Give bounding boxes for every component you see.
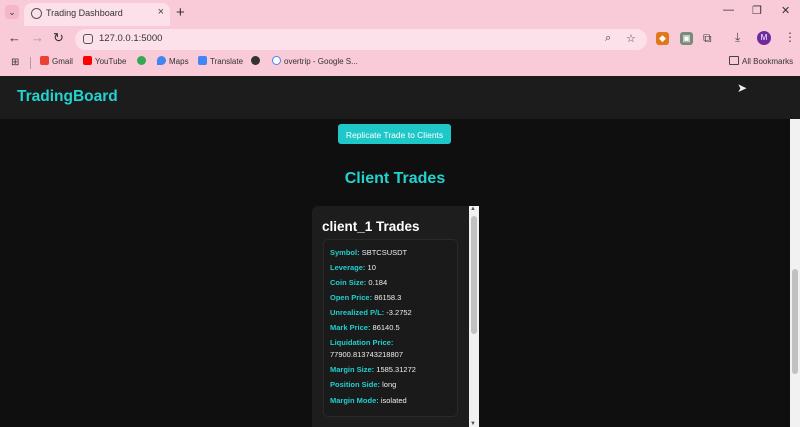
extension-icon[interactable]: ▣ [680,32,693,45]
url-text[interactable]: 127.0.0.1:5000 [99,33,162,44]
bookmarks-bar: ⊞ Gmail YouTube Maps Translate overtrip … [0,52,800,74]
section-title: Client Trades [344,170,446,187]
reload-button[interactable]: ↻ [53,30,64,46]
trade-field-liquidation-value: 77900.813743218807 [330,350,403,359]
bookmark-maps[interactable]: Maps [157,56,189,66]
replicate-trade-button[interactable]: Replicate Trade to Clients [338,124,451,144]
mouse-cursor-icon: ➤ [737,81,748,95]
tab-bar: ⌄ Trading Dashboard × + — ❐ ✕ [0,0,800,26]
panel-scrollbar[interactable]: ▲ ▼ [469,206,479,427]
tab-search-button[interactable]: ⌄ [5,5,19,19]
bookmark-youtube[interactable]: YouTube [83,56,126,66]
trade-field-liquidation-label: Liquidation Price: [330,338,394,347]
google-icon [272,56,281,65]
address-bar[interactable]: 127.0.0.1:5000 ⌕ ☆ [75,29,647,50]
trade-field-margin-size: Margin Size: 1585.31272 [330,365,416,374]
site-info-icon[interactable] [83,34,93,44]
folder-icon [729,56,739,65]
browser-chrome: ⌄ Trading Dashboard × + — ❐ ✕ ← → ↻ 127.… [0,0,800,76]
back-button[interactable]: ← [8,30,21,45]
bookmark-green-app[interactable] [137,56,149,66]
panel-scrollbar-thumb[interactable] [471,216,477,334]
new-tab-button[interactable]: + [176,4,185,21]
window-close-button[interactable]: ✕ [781,4,790,17]
trade-card: Symbol: SBTCSUSDT Leverage: 10 Coin Size… [323,239,458,417]
menu-kebab-icon[interactable]: ⋮ [784,30,796,44]
browser-toolbar: ← → ↻ 127.0.0.1:5000 ⌕ ☆ ◆ ▣ ⧉ ⤓ M ⋮ [0,26,800,52]
translate-icon [198,56,207,65]
maps-icon [157,56,166,65]
profile-avatar[interactable]: M [757,31,771,45]
panel-title: client_1 Trades [322,219,420,234]
extensions-puzzle-icon[interactable]: ⧉ [703,31,712,46]
bookmark-gmail[interactable]: Gmail [40,56,73,66]
globe-icon [31,8,42,19]
trade-field-position-side: Position Side: long [330,380,397,389]
trade-field-open-price: Open Price: 86158.3 [330,293,402,302]
bookmark-google-search[interactable]: overtrip - Google S... [272,56,358,66]
brand-logo[interactable]: TradingBoard [17,88,118,106]
trade-field-margin-mode: Margin Mode: isolated [330,396,407,405]
restore-button[interactable]: ❐ [752,4,762,17]
gmail-icon [40,56,49,65]
scroll-up-icon[interactable]: ▲ [470,206,476,212]
zoom-icon[interactable]: ⌕ [605,32,611,45]
bookmark-globe[interactable] [251,56,263,66]
apps-grid-icon[interactable]: ⊞ [11,57,19,68]
bookmark-translate[interactable]: Translate [198,56,243,66]
divider [30,57,31,69]
minimize-button[interactable]: — [723,4,734,16]
page-scrollbar[interactable] [790,119,800,427]
download-icon[interactable]: ⤓ [735,30,740,45]
metamask-extension-icon[interactable]: ◆ [656,32,669,45]
bookmark-star-icon[interactable]: ☆ [626,32,636,45]
youtube-icon [83,56,92,65]
scroll-down-icon[interactable]: ▼ [470,421,476,427]
globe-icon [251,56,260,65]
forward-button[interactable]: → [31,30,44,45]
trade-field-coin-size: Coin Size: 0.184 [330,278,388,287]
page-scrollbar-thumb[interactable] [792,269,798,374]
all-bookmarks[interactable]: All Bookmarks [729,56,793,66]
close-icon[interactable]: × [158,6,164,18]
client-trades-panel: client_1 Trades Symbol: SBTCSUSDT Levera… [312,206,469,427]
tab-title: Trading Dashboard [46,8,123,18]
trade-field-leverage: Leverage: 10 [330,263,376,272]
green-app-icon [137,56,146,65]
trade-field-symbol: Symbol: SBTCSUSDT [330,248,408,257]
trade-field-mark-price: Mark Price: 86140.5 [330,323,400,332]
app-header: TradingBoard ➤ [0,76,800,119]
tab-trading-dashboard[interactable]: Trading Dashboard × [24,3,170,26]
trade-field-unrealized-pl: Unrealized P/L: -3.2752 [330,308,412,317]
